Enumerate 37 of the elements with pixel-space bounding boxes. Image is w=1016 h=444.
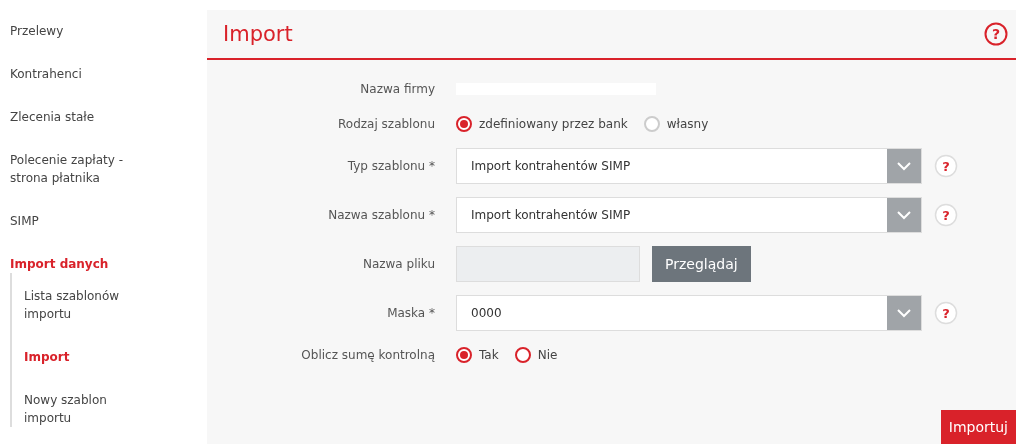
page-title: Import bbox=[223, 22, 293, 46]
sidebar-item[interactable]: Import danych bbox=[0, 255, 170, 273]
sidebar-subitem[interactable]: Lista szablonów importu bbox=[12, 287, 154, 323]
option-label: Nie bbox=[537, 348, 558, 362]
import-button[interactable]: Importuj bbox=[940, 410, 1016, 444]
sidebar-item[interactable]: Zlecenia stałe bbox=[0, 108, 170, 126]
caret-icon bbox=[896, 308, 912, 318]
field-label: Maska * bbox=[387, 306, 435, 320]
select-field[interactable]: 0000 bbox=[456, 295, 922, 331]
sidebar-item[interactable]: Polecenie zapłaty - strona płatnika bbox=[0, 151, 170, 187]
sidebar-item[interactable]: Przelewy bbox=[0, 22, 170, 40]
caret-icon bbox=[896, 210, 912, 220]
sidebar-item[interactable]: SIMP bbox=[0, 212, 170, 230]
help-icon[interactable]: ? bbox=[934, 301, 958, 325]
select-field[interactable]: Import kontrahentów SIMP bbox=[456, 197, 922, 233]
radio-button[interactable] bbox=[456, 347, 472, 363]
option-label: Tak bbox=[479, 348, 499, 362]
radio-button[interactable] bbox=[456, 116, 472, 132]
option-label: zdefiniowany przez bank bbox=[479, 117, 628, 131]
field-label: Typ szablonu * bbox=[347, 159, 435, 173]
help-icon[interactable]: ? bbox=[934, 203, 958, 227]
sidebar-subitem[interactable]: Import bbox=[12, 348, 154, 366]
option-label: własny bbox=[666, 117, 709, 131]
field-label: Oblicz sumę kontrolną bbox=[301, 348, 435, 362]
field-label: Rodzaj szablonu bbox=[338, 117, 435, 131]
help-icon[interactable]: ? bbox=[934, 154, 958, 178]
sidebar-subitem[interactable]: Nowy szablon importu bbox=[12, 391, 154, 427]
sidebar-item[interactable]: Kontrahenci bbox=[0, 65, 170, 83]
caret-icon bbox=[896, 161, 912, 171]
field-label: Nazwa szablonu * bbox=[328, 208, 435, 222]
field-label: Nazwa firmy bbox=[360, 82, 435, 96]
radio-button[interactable] bbox=[514, 347, 531, 363]
file-name-field[interactable] bbox=[456, 246, 640, 282]
select-field[interactable]: Import kontrahentów SIMP bbox=[456, 148, 922, 184]
field-label: Nazwa pliku bbox=[362, 257, 435, 271]
help-icon[interactable]: ? bbox=[984, 22, 1008, 46]
browse-button[interactable]: Przeglądaj bbox=[652, 246, 751, 282]
